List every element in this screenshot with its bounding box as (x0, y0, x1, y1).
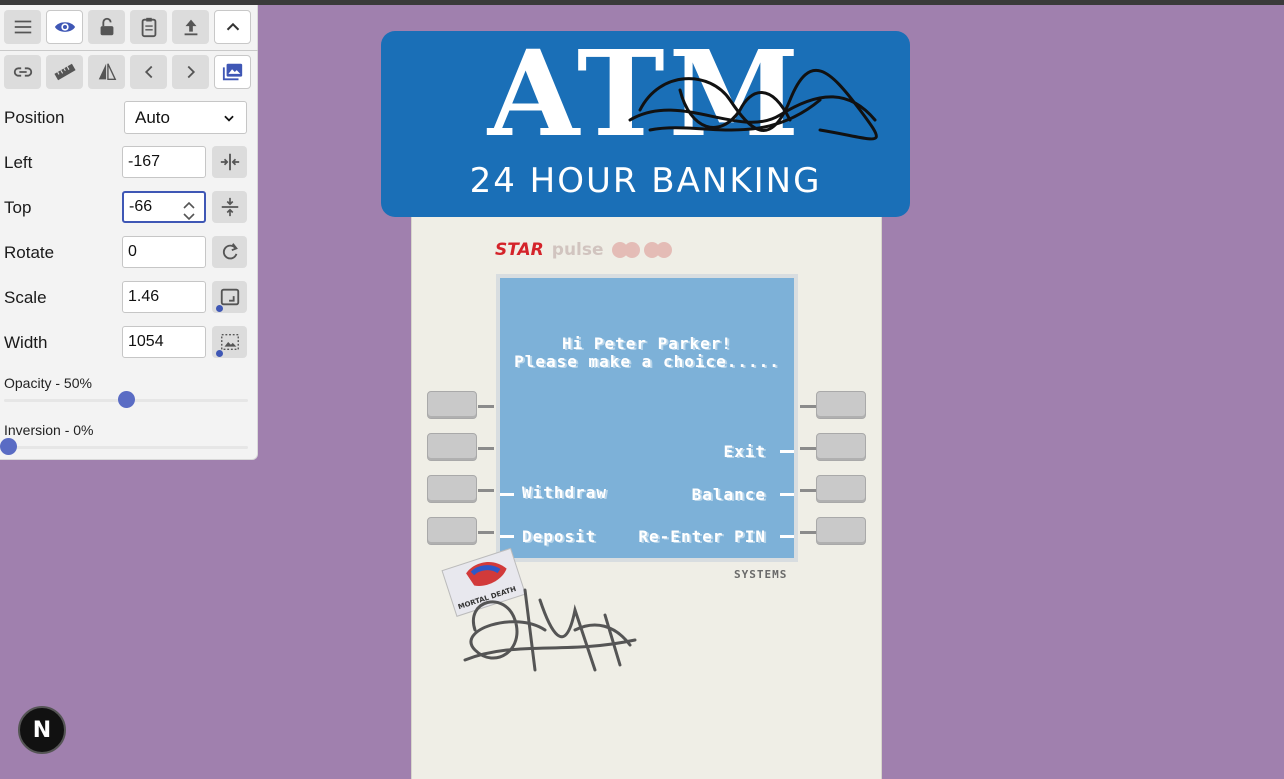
screen-tick (500, 493, 514, 496)
left-input[interactable] (122, 146, 206, 178)
number-stepper-icon[interactable] (182, 200, 196, 222)
previous-button[interactable] (130, 55, 167, 89)
atm-left-button-2[interactable] (427, 433, 477, 461)
atm-screen: Hi Peter Parker! Please make a choice...… (496, 274, 798, 562)
next-button[interactable] (172, 55, 209, 89)
atm-sign-subtitle: 24 HOUR BANKING (469, 161, 822, 201)
button-connector (478, 447, 494, 450)
rotate-input[interactable] (122, 236, 206, 268)
menu-button[interactable] (4, 10, 41, 44)
atm-right-button-2[interactable] (816, 433, 866, 461)
chevron-down-icon (224, 115, 234, 122)
position-value: Auto (135, 107, 170, 127)
screen-option-withdraw[interactable]: Withdraw (522, 483, 607, 502)
screen-prompt: Please make a choice..... (514, 352, 780, 371)
screen-option-balance[interactable]: Balance (692, 485, 766, 504)
button-connector (800, 405, 816, 408)
card-network-logos: STAR pulse (495, 236, 672, 264)
screen-greeting: Hi Peter Parker! (561, 334, 733, 353)
width-active-indicator (216, 350, 223, 357)
scale-icon (220, 288, 239, 306)
button-connector (800, 447, 816, 450)
visibility-toggle-button[interactable] (46, 10, 83, 44)
chevron-right-icon (187, 65, 195, 79)
center-horizontal-icon (220, 153, 239, 171)
top-label: Top (4, 198, 32, 217)
width-input[interactable] (122, 326, 206, 358)
link-button[interactable] (4, 55, 41, 89)
clipboard-icon (141, 17, 156, 38)
menu-icon (14, 20, 31, 34)
toolbar-row-1 (4, 10, 251, 44)
button-connector (800, 489, 816, 492)
button-connector (478, 489, 494, 492)
inversion-slider-thumb[interactable] (0, 438, 17, 455)
reset-rotation-button[interactable] (212, 236, 247, 268)
mastercard-logo (611, 242, 640, 258)
scale-label: Scale (4, 288, 47, 307)
screen-tick (780, 493, 794, 496)
atm-left-button-4[interactable] (427, 517, 477, 545)
position-select[interactable]: Auto (124, 101, 247, 134)
collapse-panel-button[interactable] (214, 10, 251, 44)
flip-button[interactable] (88, 55, 125, 89)
ruler-button[interactable] (46, 55, 83, 89)
center-horizontal-button[interactable] (212, 146, 247, 178)
upload-button[interactable] (172, 10, 209, 44)
left-label: Left (4, 153, 33, 172)
position-label: Position (4, 108, 65, 127)
brand-footer: SYSTEMS (734, 568, 788, 581)
dev-tools-badge[interactable]: N (18, 706, 66, 754)
maestro-logo (643, 242, 672, 258)
button-connector (800, 531, 816, 534)
flip-icon (98, 63, 116, 81)
graffiti-scribble-bottom (463, 588, 637, 672)
screen-option-deposit[interactable]: Deposit (522, 527, 596, 546)
fit-image-icon (220, 333, 239, 351)
overlay-control-panel: Position Auto Left Top Rotate Scale Widt… (0, 5, 258, 460)
opacity-slider-thumb[interactable] (117, 391, 135, 408)
screen-tick (500, 535, 514, 538)
chevron-left-icon (144, 65, 152, 79)
toolbar-row-2 (4, 55, 251, 89)
image-select-button[interactable] (214, 55, 251, 89)
inversion-slider-track[interactable] (4, 446, 248, 449)
atm-right-button-3[interactable] (816, 475, 866, 503)
image-icon (222, 63, 242, 81)
graffiti-scribble-top (628, 68, 878, 141)
button-connector (478, 405, 494, 408)
rotate-label: Rotate (4, 243, 55, 262)
unlock-icon (100, 17, 113, 36)
inversion-label: Inversion - 0% (4, 422, 94, 438)
center-vertical-button[interactable] (212, 191, 247, 223)
link-icon (13, 67, 32, 77)
atm-right-button-1[interactable] (816, 391, 866, 419)
ruler-icon (53, 63, 76, 81)
paste-button[interactable] (130, 10, 167, 44)
center-vertical-icon (221, 197, 238, 217)
star-logo: STAR (495, 240, 544, 260)
toolbar-separator (0, 50, 258, 51)
eye-icon (54, 22, 75, 32)
width-label: Width (4, 333, 48, 352)
screen-tick (780, 450, 794, 453)
atm-left-button-3[interactable] (427, 475, 477, 503)
scale-active-indicator (216, 305, 223, 312)
screen-option-reenter-pin[interactable]: Re-Enter PIN (638, 527, 766, 546)
button-connector (478, 531, 494, 534)
screen-tick (780, 535, 794, 538)
pulse-logo: pulse (551, 240, 604, 260)
chevron-up-icon (226, 22, 239, 31)
atm-right-button-4[interactable] (816, 517, 866, 545)
opacity-label: Opacity - 50% (4, 375, 92, 391)
lock-toggle-button[interactable] (88, 10, 125, 44)
scale-input[interactable] (122, 281, 206, 313)
screen-option-exit[interactable]: Exit (723, 442, 766, 461)
rotate-icon (222, 243, 238, 260)
upload-icon (184, 19, 197, 36)
atm-left-button-1[interactable] (427, 391, 477, 419)
